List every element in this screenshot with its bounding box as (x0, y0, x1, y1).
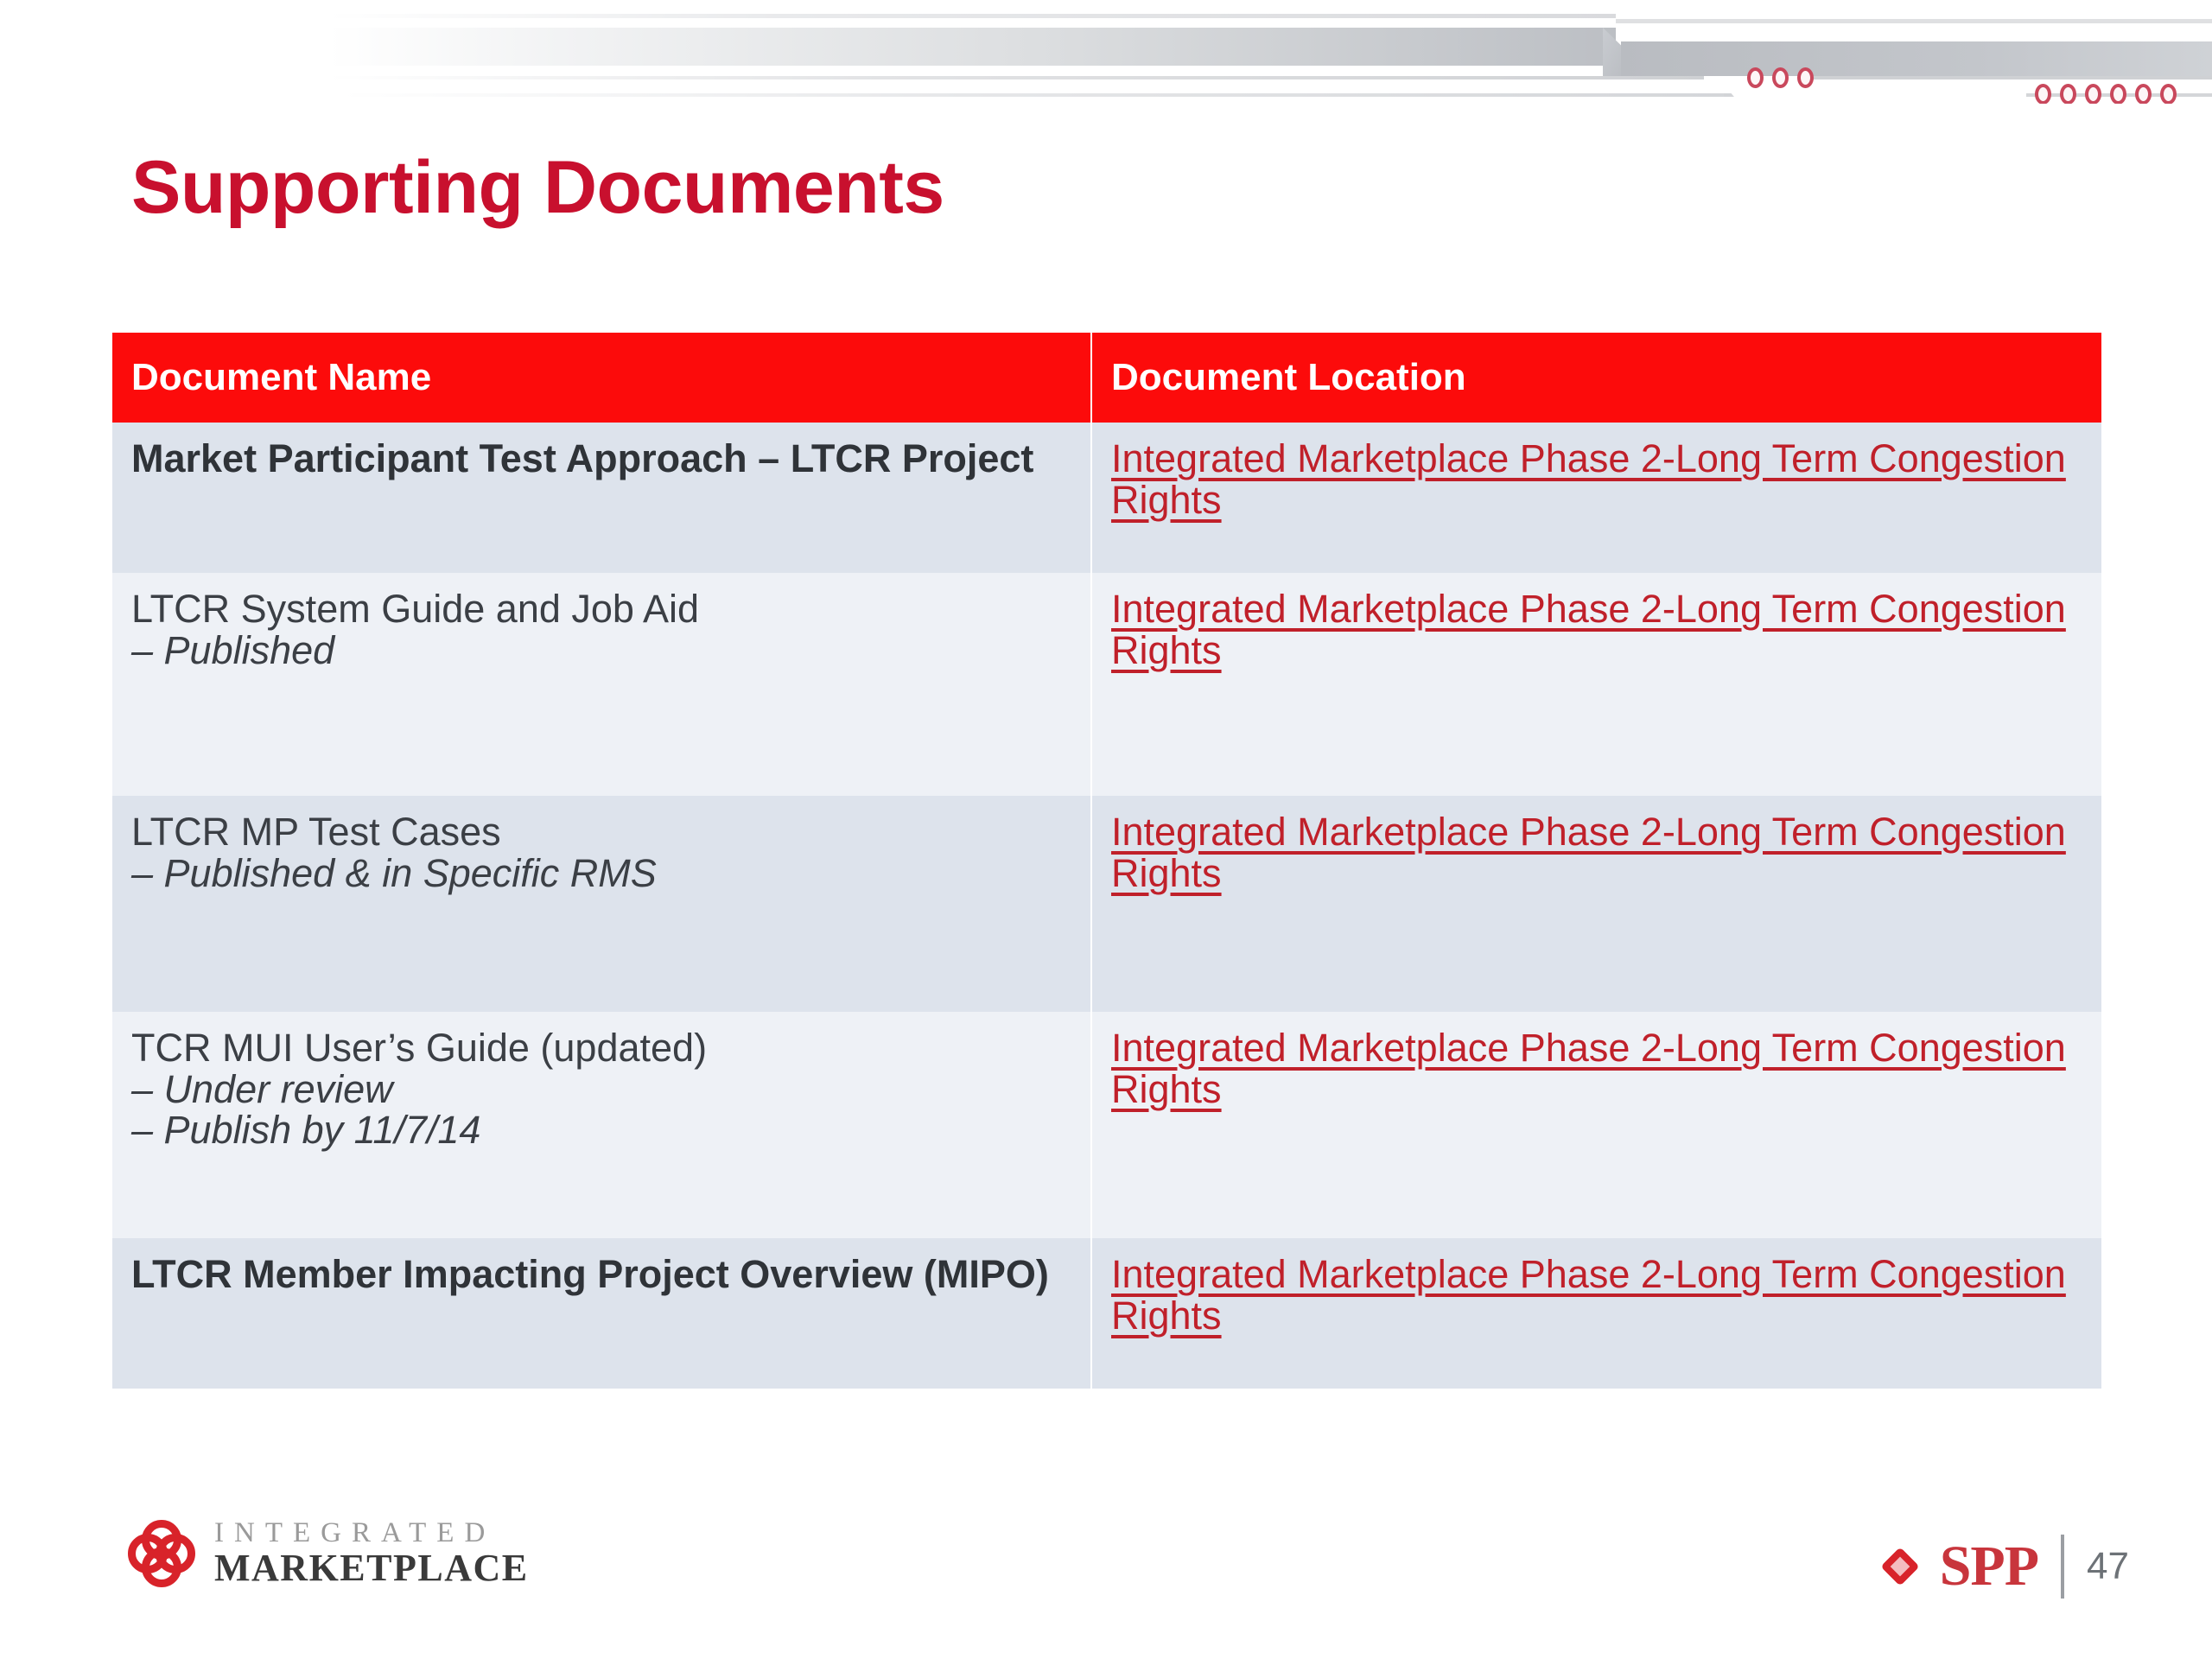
document-name-text: TCR MUI User’s Guide (updated) (131, 1026, 708, 1070)
circle-icon (2085, 84, 2101, 104)
document-location-link[interactable]: Integrated Marketplace Phase 2-Long Term… (1111, 1252, 2066, 1338)
circle-icon (2035, 84, 2051, 104)
circle-icon (1747, 67, 1764, 88)
logo-wordmark: INTEGRATED MARKETPLACE (214, 1519, 529, 1587)
integrated-marketplace-logo: INTEGRATED MARKETPLACE (128, 1519, 529, 1587)
document-status-note: – Published (131, 627, 335, 672)
document-name-text: LTCR Member Impacting Project Overview (… (131, 1252, 1049, 1296)
deco-line-a-right (1806, 76, 2212, 79)
deco-thick-bar-left (328, 28, 1616, 66)
table-row: TCR MUI User’s Guide (updated) – Under r… (112, 1012, 2101, 1238)
document-name-cell: Market Participant Test Approach – LTCR … (112, 423, 1090, 573)
document-name-text: LTCR System Guide and Job Aid (131, 587, 699, 631)
header-decoration (0, 0, 2212, 104)
slide: Supporting Documents Document Name Docum… (0, 0, 2212, 1659)
document-publish-note: – Publish by 11/7/14 (131, 1108, 481, 1153)
deco-line-b-left (341, 93, 1724, 97)
quatrefoil-icon (128, 1519, 195, 1587)
spp-diamond-icon (1880, 1547, 1920, 1586)
circle-icon (2060, 84, 2076, 104)
table-row: LTCR MP Test Cases – Published & in Spec… (112, 796, 2101, 1012)
document-location-cell: Integrated Marketplace Phase 2-Long Term… (1090, 573, 2101, 796)
circle-icon (2160, 84, 2177, 104)
column-header-document-location: Document Location (1090, 333, 2101, 423)
column-header-document-name: Document Name (131, 356, 432, 398)
table-header-row: Document Name Document Location (112, 333, 2101, 423)
footer-divider (2061, 1535, 2065, 1599)
circle-icon (2135, 84, 2152, 104)
page-title: Supporting Documents (131, 146, 944, 229)
table-row: Market Participant Test Approach – LTCR … (112, 423, 2101, 573)
table-row: LTCR System Guide and Job Aid – Publishe… (112, 573, 2101, 796)
document-name-cell: LTCR System Guide and Job Aid – Publishe… (112, 573, 1090, 796)
table-row: LTCR Member Impacting Project Overview (… (112, 1238, 2101, 1389)
document-location-link[interactable]: Integrated Marketplace Phase 2-Long Term… (1111, 810, 2066, 895)
quatrefoil-petal (142, 1547, 181, 1587)
document-name-cell: LTCR Member Impacting Project Overview (… (112, 1238, 1090, 1389)
deco-dots-group-b (2035, 84, 2177, 104)
deco-thin-bar-left (328, 14, 1616, 18)
document-location-cell: Integrated Marketplace Phase 2-Long Term… (1090, 796, 2101, 1012)
document-status-note: – Published & in Specific RMS (131, 850, 657, 895)
document-location-cell: Integrated Marketplace Phase 2-Long Term… (1090, 1238, 2101, 1389)
document-status-note: – Under review (131, 1066, 393, 1111)
footer-right-group: SPP 47 (1880, 1535, 2129, 1599)
document-name-text: Market Participant Test Approach – LTCR … (131, 436, 1034, 480)
circle-icon (1797, 67, 1814, 88)
deco-dots-group-a (1747, 67, 1814, 88)
deco-thin-bar-right (1616, 19, 2212, 23)
document-name-cell: TCR MUI User’s Guide (updated) – Under r… (112, 1012, 1090, 1238)
circle-icon (1772, 67, 1789, 88)
document-location-cell: Integrated Marketplace Phase 2-Long Term… (1090, 1012, 2101, 1238)
document-location-link[interactable]: Integrated Marketplace Phase 2-Long Term… (1111, 587, 2066, 672)
document-name-text: LTCR MP Test Cases (131, 810, 501, 854)
circle-icon (2110, 84, 2126, 104)
logo-line-marketplace: MARKETPLACE (214, 1547, 529, 1589)
supporting-documents-table: Document Name Document Location Market P… (112, 333, 2101, 1389)
deco-line-a-left (328, 76, 1704, 79)
deco-thick-bar-right (1621, 41, 2212, 76)
spp-wordmark: SPP (1939, 1535, 2039, 1598)
document-location-link[interactable]: Integrated Marketplace Phase 2-Long Term… (1111, 1026, 2066, 1111)
logo-line-integrated: INTEGRATED (214, 1517, 496, 1548)
page-number: 47 (2087, 1545, 2129, 1587)
document-location-cell: Integrated Marketplace Phase 2-Long Term… (1090, 423, 2101, 573)
document-name-cell: LTCR MP Test Cases – Published & in Spec… (112, 796, 1090, 1012)
document-location-link[interactable]: Integrated Marketplace Phase 2-Long Term… (1111, 436, 2066, 522)
